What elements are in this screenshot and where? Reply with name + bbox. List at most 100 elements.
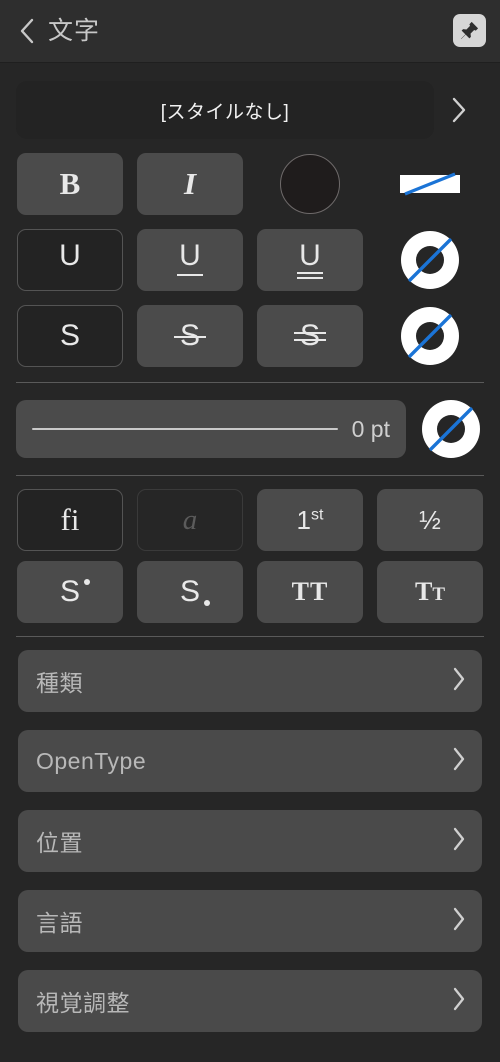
- panel-header: 文字: [0, 0, 500, 63]
- subscript-glyph: S: [179, 575, 200, 608]
- list-row-position[interactable]: 位置: [18, 810, 482, 872]
- ordinals-glyph: 1st: [296, 504, 324, 535]
- chevron-right-icon: [452, 827, 466, 856]
- cell-italic: I: [136, 153, 244, 215]
- style-selector-label: [スタイルなし]: [160, 101, 290, 123]
- slider-value-label: 0 pt: [351, 415, 390, 442]
- cell-fractions: ½: [376, 489, 484, 551]
- divider-above-list: [16, 636, 484, 637]
- all-caps-button[interactable]: TT: [257, 561, 363, 623]
- strikethrough-row: S S S: [0, 303, 500, 369]
- underline-rule-upper: [297, 271, 323, 274]
- strike-rule-upper: [293, 332, 326, 335]
- small-caps-glyph: TT: [414, 577, 446, 606]
- underline-double-button[interactable]: U: [257, 229, 363, 291]
- fractions-glyph: ½: [419, 504, 441, 535]
- outline-width-row: 0 pt: [0, 396, 500, 462]
- italic-button[interactable]: I: [137, 153, 243, 215]
- list-row-language-label: 言語: [36, 910, 83, 936]
- text-settings-panel: 文字 [スタイルなし] B I U U U S S S 0 pt fi a 1s…: [0, 0, 500, 1062]
- small-caps-minor: T: [432, 584, 446, 605]
- chevron-right-icon[interactable]: [434, 97, 484, 123]
- script-caps-row: S S TT TT: [0, 561, 500, 623]
- cell-underline-none: U: [16, 229, 124, 291]
- slider-track[interactable]: [32, 428, 338, 430]
- divider-above-typography: [16, 475, 484, 476]
- underline-none-glyph: U: [59, 238, 81, 272]
- cell-ordinals: 1st: [256, 489, 364, 551]
- outline-color-donut-icon[interactable]: [418, 396, 484, 462]
- all-caps-glyph: TT: [291, 577, 329, 606]
- list-row-optical-label: 視覚調整: [36, 990, 130, 1016]
- pin-icon[interactable]: [453, 14, 486, 47]
- outline-width-slider[interactable]: 0 pt: [16, 400, 406, 458]
- italic-glyph: I: [183, 166, 197, 201]
- text-color-swatch[interactable]: [280, 154, 340, 214]
- cell-strike-double: S: [256, 305, 364, 367]
- cell-bold: B: [16, 153, 124, 215]
- list-row-optical[interactable]: 視覚調整: [18, 970, 482, 1032]
- underline-single-button[interactable]: U: [137, 229, 243, 291]
- chevron-right-icon: [452, 667, 466, 696]
- ligature-button[interactable]: fi: [17, 489, 123, 551]
- underline-row: U U U: [0, 227, 500, 293]
- divider-above-slider: [16, 382, 484, 383]
- page-title: 文字: [48, 16, 101, 45]
- ligature-row: fi a 1st ½: [0, 489, 500, 551]
- strike-rule: [173, 335, 206, 338]
- strikethrough-color-donut-icon[interactable]: [397, 303, 463, 369]
- underline-color-donut-icon[interactable]: [397, 227, 463, 293]
- cell-allcaps: TT: [256, 561, 364, 623]
- superscript-button[interactable]: S: [17, 561, 123, 623]
- cell-strike-none: S: [16, 305, 124, 367]
- cell-underline-double: U: [256, 229, 364, 291]
- list-row-type[interactable]: 種類: [18, 650, 482, 712]
- strike-double-glyph: S: [299, 319, 320, 352]
- chevron-right-icon: [452, 747, 466, 776]
- cell-fill-indicator: [376, 151, 484, 217]
- bold-glyph: B: [59, 166, 81, 201]
- underline-rule: [177, 273, 203, 276]
- subscript-dot: [204, 600, 210, 606]
- settings-list: 種類 OpenType 位置 言語 視覚調整: [0, 650, 500, 1032]
- ordinals-suffix: st: [311, 505, 324, 523]
- cell-strike-single: S: [136, 305, 244, 367]
- chevron-left-icon[interactable]: [14, 16, 40, 46]
- swash-button: a: [137, 489, 243, 551]
- cell-text-color: [256, 154, 364, 214]
- underline-none-button[interactable]: U: [17, 229, 123, 291]
- bold-italic-row: B I: [0, 151, 500, 217]
- list-row-position-label: 位置: [36, 830, 83, 856]
- list-row-opentype[interactable]: OpenType: [18, 730, 482, 792]
- cell-smallcaps: TT: [376, 561, 484, 623]
- subscript-button[interactable]: S: [137, 561, 243, 623]
- ordinals-button[interactable]: 1st: [257, 489, 363, 551]
- cell-ligature: fi: [16, 489, 124, 551]
- chevron-right-icon: [452, 987, 466, 1016]
- cell-superscript: S: [16, 561, 124, 623]
- superscript-dot: [84, 579, 90, 585]
- strikethrough-none-button[interactable]: S: [17, 305, 123, 367]
- strikethrough-double-button[interactable]: S: [257, 305, 363, 367]
- cell-swash: a: [136, 489, 244, 551]
- fractions-button[interactable]: ½: [377, 489, 483, 551]
- chevron-right-icon: [452, 907, 466, 936]
- bold-button[interactable]: B: [17, 153, 123, 215]
- small-caps-button[interactable]: TT: [377, 561, 483, 623]
- no-fill-bar-icon[interactable]: [397, 151, 463, 217]
- style-selector-row: [スタイルなし]: [0, 81, 500, 139]
- underline-rule-lower: [297, 276, 323, 279]
- ligature-glyph: fi: [60, 502, 80, 537]
- cell-subscript: S: [136, 561, 244, 623]
- strikethrough-single-button[interactable]: S: [137, 305, 243, 367]
- style-selector-button[interactable]: [スタイルなし]: [16, 81, 434, 139]
- cell-underline-color: [376, 227, 484, 293]
- list-row-type-label: 種類: [36, 670, 83, 696]
- swash-glyph: a: [182, 503, 198, 536]
- underline-double-glyph: U: [299, 238, 321, 272]
- list-row-opentype-label: OpenType: [36, 747, 147, 774]
- underline-single-glyph: U: [179, 238, 201, 272]
- strike-rule-lower: [293, 339, 326, 341]
- cell-underline-single: U: [136, 229, 244, 291]
- list-row-language[interactable]: 言語: [18, 890, 482, 952]
